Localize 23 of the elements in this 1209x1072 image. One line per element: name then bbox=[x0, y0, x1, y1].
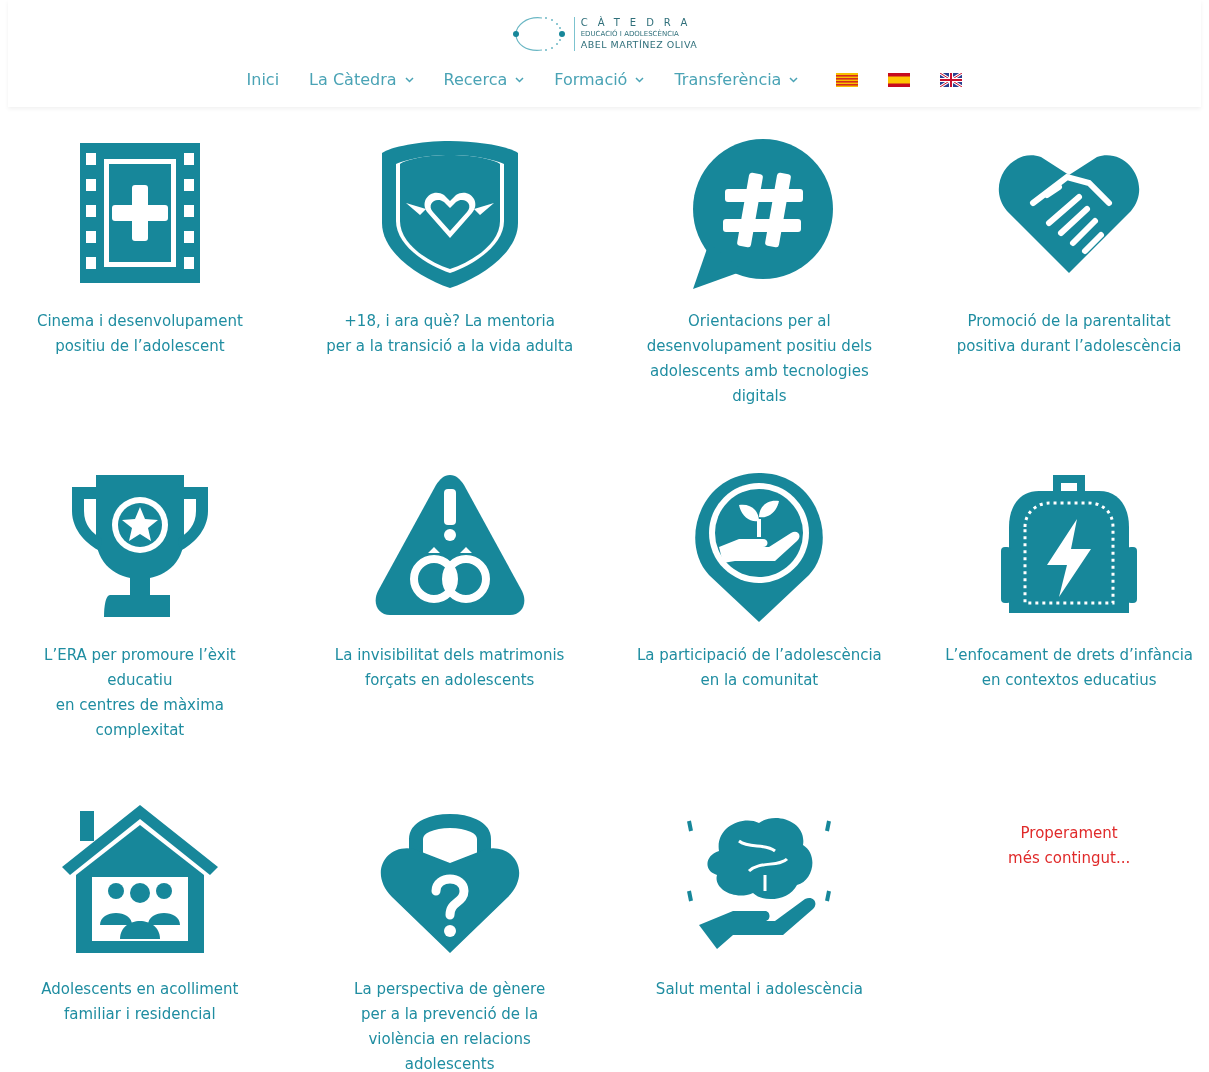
catalan-flag-icon[interactable] bbox=[836, 72, 859, 87]
logo-name: ABEL MARTÍNEZ OLIVA bbox=[580, 39, 698, 51]
logo-icon bbox=[511, 14, 568, 54]
project-title[interactable]: L’ERA per promoure l’èxit educatiu en centres de màxima complexitat bbox=[44, 643, 236, 743]
coming-soon-text: Properament més contingut... bbox=[1008, 823, 1131, 869]
project-title[interactable]: La perspectiva de gènere per a la prevenció de la violència en relacions adolescents bbox=[354, 977, 546, 1072]
nav-link[interactable]: Transferència bbox=[674, 70, 799, 89]
project-title[interactable]: Adolescents en acolliment familiar i residencial bbox=[41, 977, 239, 1027]
nav-link[interactable]: Inici bbox=[246, 70, 280, 89]
nav-link[interactable]: Formació bbox=[554, 70, 645, 89]
project-title[interactable]: Salut mental i adolescència bbox=[655, 977, 863, 1002]
project-title[interactable]: Cinema i desenvolupament positiu de l’adolescent bbox=[36, 309, 243, 359]
nav-link[interactable]: Recerca bbox=[443, 70, 525, 89]
project-title[interactable]: Promoció de la parentalitat positiva durant l’adolescència bbox=[956, 309, 1182, 359]
project-title[interactable]: Orientacions per al desenvolupament positiu dels adolescents amb tecnologies digitals bbox=[646, 309, 873, 409]
project-title[interactable]: L’enfocament de drets d’infància en contextos educatius bbox=[945, 643, 1194, 693]
project-title[interactable]: La invisibilitat dels matrimonis forçats en adolescents bbox=[334, 643, 565, 693]
spanish-flag-icon[interactable] bbox=[888, 72, 911, 87]
british-flag-icon[interactable] bbox=[940, 72, 963, 87]
project-title[interactable]: La participació de l’adolescència en la comunitat bbox=[636, 643, 882, 693]
logo-title: CÀTEDRA bbox=[580, 17, 698, 29]
nav-link[interactable]: La Càtedra bbox=[309, 70, 414, 89]
project-title[interactable]: +18, i ara què? La mentoria per a la transició a la vida adulta bbox=[326, 309, 574, 359]
